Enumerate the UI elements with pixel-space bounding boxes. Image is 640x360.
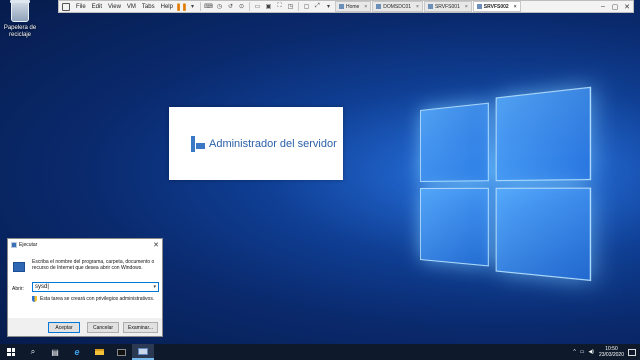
task-view-icon[interactable]: ▤ xyxy=(44,344,66,360)
notifications-icon[interactable] xyxy=(628,348,636,356)
vm-icon xyxy=(376,4,382,9)
view-dropdown-icon[interactable]: ▾ xyxy=(324,2,333,11)
command-prompt-icon[interactable] xyxy=(110,344,132,360)
file-explorer-icon[interactable] xyxy=(88,344,110,360)
run-body: Escriba el nombre del programa, carpeta,… xyxy=(8,250,162,318)
close-icon[interactable]: ✕ xyxy=(621,3,633,11)
open-label: Abrir: xyxy=(12,286,24,292)
recycle-bin-icon xyxy=(10,0,30,22)
wallpaper-pane xyxy=(420,102,489,182)
run-dialog: Ejecutar ✕ Escriba el nombre del program… xyxy=(7,238,163,337)
clock-date: 23/03/2020 xyxy=(598,352,624,358)
full-screen-icon[interactable]: ⛶ xyxy=(275,2,284,11)
revert-snapshot-icon[interactable]: ↺ xyxy=(226,2,235,11)
open-input[interactable]: sysd| ▾ xyxy=(32,282,159,292)
tab-vm[interactable]: SRVFS001 × xyxy=(423,1,472,12)
send-keys-icon[interactable]: ⌨ xyxy=(204,2,213,11)
server-manager-splash: Administrador del servidor xyxy=(169,107,343,180)
menu-vm[interactable]: VM xyxy=(124,4,139,10)
toolbar-divider xyxy=(248,2,250,11)
server-manager-icon xyxy=(191,135,205,152)
recycle-bin-label: Papelera de reciclaje xyxy=(3,25,37,38)
workstation-app-icon xyxy=(62,2,70,11)
run-title: Ejecutar xyxy=(19,241,38,248)
search-icon[interactable]: ⌕ xyxy=(22,344,44,360)
toolbar-divider xyxy=(297,2,299,11)
ok-button[interactable]: Aceptar xyxy=(48,322,80,333)
close-tab-icon[interactable]: × xyxy=(514,4,517,10)
menu-tabs[interactable]: Tabs xyxy=(139,4,158,10)
menu-file[interactable]: File xyxy=(73,4,89,10)
menu-edit[interactable]: Edit xyxy=(89,4,105,10)
close-tab-icon[interactable]: × xyxy=(364,4,367,10)
close-tab-icon[interactable]: × xyxy=(416,4,419,10)
open-input-value: sysd| xyxy=(35,284,49,290)
chevron-down-icon[interactable]: ▾ xyxy=(153,283,156,292)
run-app-icon xyxy=(11,241,17,248)
vm-toolbar: File Edit View VM Tabs Help ❚❚ ▾ ⌨ ◷ ↺ ⊙… xyxy=(58,0,634,13)
toolbar-divider xyxy=(199,2,201,11)
snapshot-manager-icon[interactable]: ⊙ xyxy=(237,2,246,11)
tab-label: SRVFS001 xyxy=(434,3,460,10)
server-manager-taskbar-icon[interactable] xyxy=(132,344,154,360)
dropdown-icon[interactable]: ▾ xyxy=(188,2,197,11)
menu-view[interactable]: View xyxy=(105,4,124,10)
browse-button[interactable]: Examinar... xyxy=(123,322,158,333)
volume-icon[interactable]: ◀) xyxy=(588,349,594,355)
network-icon[interactable]: ▭ xyxy=(580,349,585,355)
start-icon xyxy=(7,348,15,356)
console-view-icon[interactable]: ▢ xyxy=(302,2,311,11)
taskbar: ⌕ ▤ e ^ ▭ ◀) 10:50 23/03/2020 xyxy=(0,344,640,360)
internet-explorer-icon[interactable]: e xyxy=(66,344,88,360)
splash-title: Administrador del servidor xyxy=(209,137,337,150)
run-icon xyxy=(13,262,25,272)
admin-note-text: Esta tarea se creará con privilegios adm… xyxy=(40,296,155,302)
library-icon[interactable]: ▭ xyxy=(253,2,262,11)
cancel-button[interactable]: Cancelar xyxy=(87,322,119,333)
run-titlebar[interactable]: Ejecutar ✕ xyxy=(8,239,162,250)
vm-icon xyxy=(427,4,433,9)
home-icon xyxy=(338,4,344,9)
clock[interactable]: 10:50 23/03/2020 xyxy=(599,346,624,358)
thumbnail-icon[interactable]: ▣ xyxy=(264,2,273,11)
stretch-icon[interactable]: ⤢ xyxy=(313,2,322,11)
maximize-icon[interactable]: ▢ xyxy=(609,3,621,11)
vm-icon xyxy=(476,4,482,9)
close-icon[interactable]: ✕ xyxy=(153,241,159,249)
snapshot-icon[interactable]: ◷ xyxy=(215,2,224,11)
tab-label: DOMSDC01 xyxy=(383,3,412,10)
recycle-bin-shortcut[interactable]: Papelera de reciclaje xyxy=(2,0,38,39)
start-button[interactable] xyxy=(0,344,22,360)
wallpaper-pane xyxy=(420,187,489,267)
pause-icon[interactable]: ❚❚ xyxy=(176,2,188,11)
run-description: Escriba el nombre del programa, carpeta,… xyxy=(32,259,155,271)
tab-vm-active[interactable]: SRVFS002 × xyxy=(472,1,521,12)
wallpaper-pane xyxy=(495,187,592,282)
tab-label: Home xyxy=(345,3,360,10)
windows-wallpaper-logo xyxy=(420,86,592,289)
shield-icon xyxy=(32,296,37,302)
unity-icon[interactable]: ◳ xyxy=(286,2,295,11)
menu-help[interactable]: Help xyxy=(158,4,176,10)
minimize-icon[interactable]: – xyxy=(597,3,609,11)
chevron-up-icon[interactable]: ^ xyxy=(573,349,575,355)
tab-label: SRVFS002 xyxy=(483,3,509,10)
run-footer: Aceptar Cancelar Examinar... xyxy=(8,318,162,337)
wallpaper-pane xyxy=(495,86,592,182)
admin-note: Esta tarea se creará con privilegios adm… xyxy=(32,296,154,302)
window-controls: – ▢ ✕ xyxy=(597,3,633,11)
system-tray: ^ ▭ ◀) 10:50 23/03/2020 xyxy=(571,346,640,358)
tab-home[interactable]: Home × xyxy=(334,1,372,12)
tab-vm[interactable]: DOMSDC01 × xyxy=(372,1,423,12)
close-tab-icon[interactable]: × xyxy=(465,4,468,10)
